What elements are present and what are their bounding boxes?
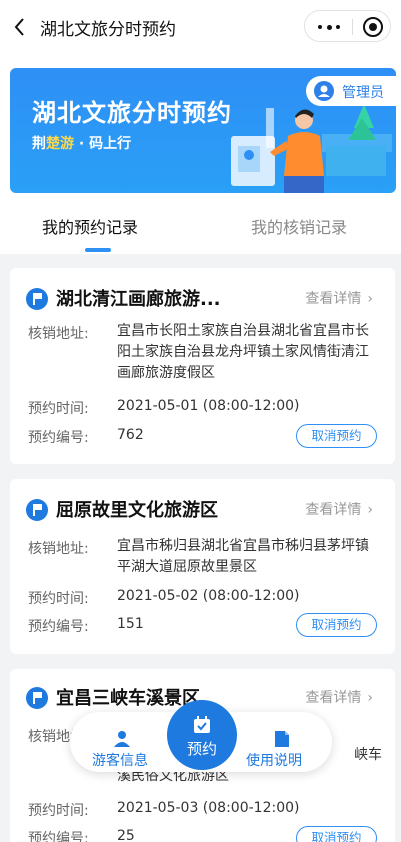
- nav-reserve-button[interactable]: 预约: [167, 700, 237, 770]
- nav-reserve-label: 预约: [186, 740, 217, 758]
- banner-subtitle-right: · 码上行: [74, 136, 132, 152]
- user-icon: [314, 81, 334, 101]
- time-value: 2021-05-02 (08:00-12:00): [117, 588, 300, 604]
- mini-program-capsule: [304, 10, 391, 42]
- address-label: 核销地址:: [28, 326, 89, 342]
- scenic-spot-title: 屈原故里文化旅游区: [56, 500, 218, 521]
- person-icon: [114, 731, 130, 747]
- cancel-reservation-button[interactable]: 取消预约: [296, 826, 377, 842]
- view-details-link[interactable]: 查看详情: [305, 499, 373, 519]
- bottom-nav: 游客信息 预约 使用说明: [70, 700, 332, 772]
- cancel-reservation-button[interactable]: 取消预约: [296, 424, 377, 448]
- admin-label: 管理员: [342, 85, 384, 101]
- address-value: 宜昌市秭归县湖北省宜昌市秭归县茅坪镇平湖大道屈原故里景区: [117, 538, 369, 575]
- tab-bar: 我的预约记录 我的核销记录: [0, 206, 401, 254]
- more-dots-icon[interactable]: [318, 24, 340, 30]
- view-details-link[interactable]: 查看详情: [305, 288, 373, 308]
- time-value: 2021-05-03 (08:00-12:00): [117, 800, 300, 816]
- calendar-check-icon: [194, 716, 210, 733]
- banner-section: 湖北文旅分时预约 荆楚游 · 码上行 管理员: [0, 56, 401, 206]
- reservation-card: 湖北清江画廊旅游... 查看详情 核销地址: 宜昌市长阳土家族自治县湖北省宜昌市…: [10, 268, 395, 464]
- flag-icon: [26, 499, 48, 521]
- scenic-spot-title: 宜昌三峡车溪景区: [56, 688, 200, 709]
- cancel-reservation-button[interactable]: 取消预约: [296, 613, 377, 637]
- chevron-left-icon[interactable]: [8, 14, 34, 40]
- tab-my-verifications[interactable]: 我的核销记录: [251, 214, 347, 238]
- reservation-card: 屈原故里文化旅游区 查看详情 核销地址: 宜昌市秭归县湖北省宜昌市秭归县茅坪镇平…: [10, 479, 395, 654]
- target-icon[interactable]: [363, 17, 383, 37]
- time-label: 预约时间:: [28, 591, 89, 607]
- nav-instructions-label: 使用说明: [246, 753, 302, 769]
- capsule-divider: [352, 19, 353, 35]
- tab-my-reservations[interactable]: 我的预约记录: [42, 214, 138, 238]
- active-tab-indicator: [85, 248, 111, 252]
- address-label: 核销地址:: [28, 541, 89, 557]
- page-title: 湖北文旅分时预约: [40, 20, 176, 40]
- time-value: 2021-05-01 (08:00-12:00): [117, 398, 300, 414]
- nav-visitor-info-label: 游客信息: [92, 753, 148, 769]
- banner-title: 湖北文旅分时预约: [32, 99, 232, 127]
- banner: 湖北文旅分时预约 荆楚游 · 码上行 管理员: [10, 68, 396, 193]
- flag-icon: [26, 687, 48, 709]
- flag-icon: [26, 288, 48, 310]
- banner-subtitle-highlight: 楚游: [46, 136, 74, 152]
- banner-subtitle-left: 荆: [32, 136, 46, 152]
- top-bar: 湖北文旅分时预约: [0, 0, 401, 56]
- number-label: 预约编号:: [28, 831, 89, 842]
- nav-instructions[interactable]: 使用说明: [244, 712, 320, 772]
- time-label: 预约时间:: [28, 803, 89, 819]
- admin-button[interactable]: 管理员: [306, 76, 396, 106]
- banner-illustration: [231, 104, 392, 193]
- nav-visitor-info[interactable]: 游客信息: [84, 712, 160, 772]
- number-label: 预约编号:: [28, 619, 89, 635]
- time-label: 预约时间:: [28, 401, 89, 417]
- number-label: 预约编号:: [28, 430, 89, 446]
- document-icon: [275, 731, 289, 747]
- scenic-spot-title: 湖北清江画廊旅游...: [56, 289, 221, 310]
- banner-subtitle: 荆楚游 · 码上行: [32, 133, 131, 153]
- view-details-link[interactable]: 查看详情: [305, 687, 373, 707]
- address-value: 宜昌市长阳土家族自治县湖北省宜昌市长阳土家族自治县龙舟坪镇土家风情街清江画廊旅游…: [117, 323, 369, 381]
